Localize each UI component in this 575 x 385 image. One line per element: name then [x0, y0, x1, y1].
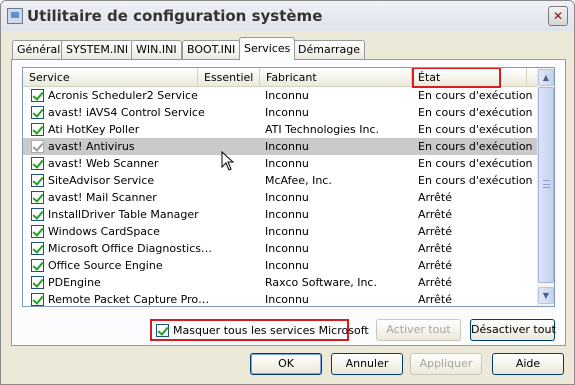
service-rows: Acronis Scheduler2 Service Inconnu En cour…: [23, 87, 539, 306]
service-state: En cours d'exécution: [418, 106, 533, 119]
help-button[interactable]: Aide: [492, 353, 564, 375]
service-manufacturer: Inconnu: [265, 242, 309, 255]
service-checkbox[interactable]: [31, 106, 44, 119]
service-checkbox[interactable]: [31, 225, 44, 238]
tab-startup[interactable]: Démarrage: [293, 40, 366, 59]
state-column-highlight: [412, 68, 501, 88]
service-state: Arrêté: [418, 293, 452, 306]
service-name: PDEngine: [48, 276, 101, 289]
table-row[interactable]: Windows CardSpace Inconnu Arrêté: [23, 223, 539, 240]
enable-all-button[interactable]: Activer tout: [376, 319, 461, 341]
service-manufacturer: Inconnu: [265, 293, 309, 306]
service-checkbox[interactable]: [31, 174, 44, 187]
disable-all-button[interactable]: Désactiver tout: [470, 319, 556, 341]
table-row[interactable]: avast! iAVS4 Control Service Inconnu En co…: [23, 104, 539, 121]
service-checkbox[interactable]: [31, 276, 44, 289]
table-row[interactable]: avast! Antivirus Inconnu En cours d'exécut…: [23, 138, 539, 155]
service-manufacturer: Inconnu: [265, 225, 309, 238]
service-state: En cours d'exécution: [418, 89, 533, 102]
table-row[interactable]: Acronis Scheduler2 Service Inconnu En cour…: [23, 87, 539, 104]
services-list[interactable]: Service Essentiel Fabricant État Acronis…: [22, 67, 555, 307]
service-manufacturer: Inconnu: [265, 140, 309, 153]
service-name: Office Source Engine: [48, 259, 163, 272]
service-name: Remote Packet Capture Pro…: [48, 293, 210, 306]
title-bar[interactable]: Utilitaire de configuration système ✕: [1, 1, 574, 31]
service-checkbox[interactable]: [31, 140, 44, 153]
table-row[interactable]: Remote Packet Capture Pro… Inconnu Arrêté: [23, 291, 539, 306]
service-name: avast! Mail Scanner: [48, 191, 157, 204]
service-name: Microsoft Office Diagnostics…: [48, 242, 212, 255]
service-state: Arrêté: [418, 225, 452, 238]
vertical-scrollbar[interactable]: ▲ ▼: [537, 68, 554, 306]
service-state: En cours d'exécution: [418, 123, 533, 136]
service-manufacturer: Inconnu: [265, 259, 309, 272]
service-checkbox[interactable]: [31, 123, 44, 136]
service-state: En cours d'exécution: [418, 157, 533, 170]
hide-ms-label: Masquer tous les services Microsoft: [173, 324, 369, 337]
hide-ms-checkbox[interactable]: [156, 324, 169, 337]
service-state: En cours d'exécution: [418, 174, 533, 187]
services-panel: Service Essentiel Fabricant État Acronis…: [11, 59, 566, 346]
tab-general[interactable]: Général: [12, 40, 66, 59]
service-state: Arrêté: [418, 208, 452, 221]
scroll-thumb[interactable]: [538, 87, 554, 283]
ok-button[interactable]: OK: [250, 353, 322, 375]
tab-services[interactable]: Services: [239, 37, 296, 60]
table-row[interactable]: Ati HotKey Poller ATI Technologies Inc. En…: [23, 121, 539, 138]
service-checkbox[interactable]: [31, 208, 44, 221]
service-manufacturer: Inconnu: [265, 191, 309, 204]
cancel-button[interactable]: Annuler: [331, 353, 403, 375]
table-row[interactable]: SiteAdvisor Service McAfee, Inc. En cours …: [23, 172, 539, 189]
table-row[interactable]: Microsoft Office Diagnostics… Inconnu Arrê…: [23, 240, 539, 257]
column-service[interactable]: Service: [23, 68, 198, 87]
service-state: Arrêté: [418, 259, 452, 272]
service-state: Arrêté: [418, 191, 452, 204]
service-checkbox[interactable]: [31, 242, 44, 255]
service-checkbox[interactable]: [31, 259, 44, 272]
window-title: Utilitaire de configuration système: [27, 7, 323, 25]
service-state: En cours d'exécution: [418, 140, 533, 153]
service-manufacturer: McAfee, Inc.: [265, 174, 332, 187]
service-state: Arrêté: [418, 242, 452, 255]
close-button[interactable]: ✕: [548, 6, 568, 26]
service-manufacturer: Inconnu: [265, 89, 309, 102]
apply-button[interactable]: Appliquer: [410, 353, 482, 375]
service-state: Arrêté: [418, 276, 452, 289]
service-manufacturer: Inconnu: [265, 157, 309, 170]
service-name: avast! Web Scanner: [48, 157, 159, 170]
table-row[interactable]: avast! Mail Scanner Inconnu Arrêté: [23, 189, 539, 206]
service-manufacturer: Inconnu: [265, 106, 309, 119]
service-manufacturer: ATI Technologies Inc.: [265, 123, 380, 136]
system-config-window: Utilitaire de configuration système ✕ Gé…: [0, 0, 575, 385]
scroll-up-icon[interactable]: ▲: [538, 69, 554, 86]
service-name: InstallDriver Table Manager: [48, 208, 199, 221]
table-row[interactable]: InstallDriver Table Manager Inconnu Arrêté: [23, 206, 539, 223]
service-checkbox[interactable]: [31, 191, 44, 204]
column-essential[interactable]: Essentiel: [198, 68, 260, 87]
tab-win-ini[interactable]: WIN.INI: [131, 40, 182, 59]
service-checkbox[interactable]: [31, 157, 44, 170]
scroll-down-icon[interactable]: ▼: [538, 287, 554, 304]
service-manufacturer: Inconnu: [265, 208, 309, 221]
table-row[interactable]: PDEngine Raxco Software, Inc. Arrêté: [23, 274, 539, 291]
service-name: Ati HotKey Poller: [48, 123, 140, 136]
service-name: Windows CardSpace: [48, 225, 160, 238]
column-manufacturer[interactable]: Fabricant: [260, 68, 412, 87]
service-checkbox[interactable]: [31, 89, 44, 102]
tab-system-ini[interactable]: SYSTEM.INI: [61, 40, 134, 59]
table-row[interactable]: avast! Web Scanner Inconnu En cours d'exéc…: [23, 155, 539, 172]
service-name: avast! Antivirus: [48, 140, 135, 153]
tab-boot-ini[interactable]: BOOT.INI: [182, 40, 241, 59]
app-icon: [7, 8, 23, 24]
service-name: avast! iAVS4 Control Service: [48, 106, 205, 119]
service-name: Acronis Scheduler2 Service: [48, 89, 198, 102]
service-checkbox[interactable]: [31, 293, 44, 306]
mouse-cursor-icon: [221, 151, 235, 171]
grip-icon: [543, 180, 550, 188]
hide-ms-services-option[interactable]: Masquer tous les services Microsoft: [150, 319, 369, 341]
table-row[interactable]: Office Source Engine Inconnu Arrêté: [23, 257, 539, 274]
service-manufacturer: Raxco Software, Inc.: [265, 276, 377, 289]
service-name: SiteAdvisor Service: [48, 174, 155, 187]
